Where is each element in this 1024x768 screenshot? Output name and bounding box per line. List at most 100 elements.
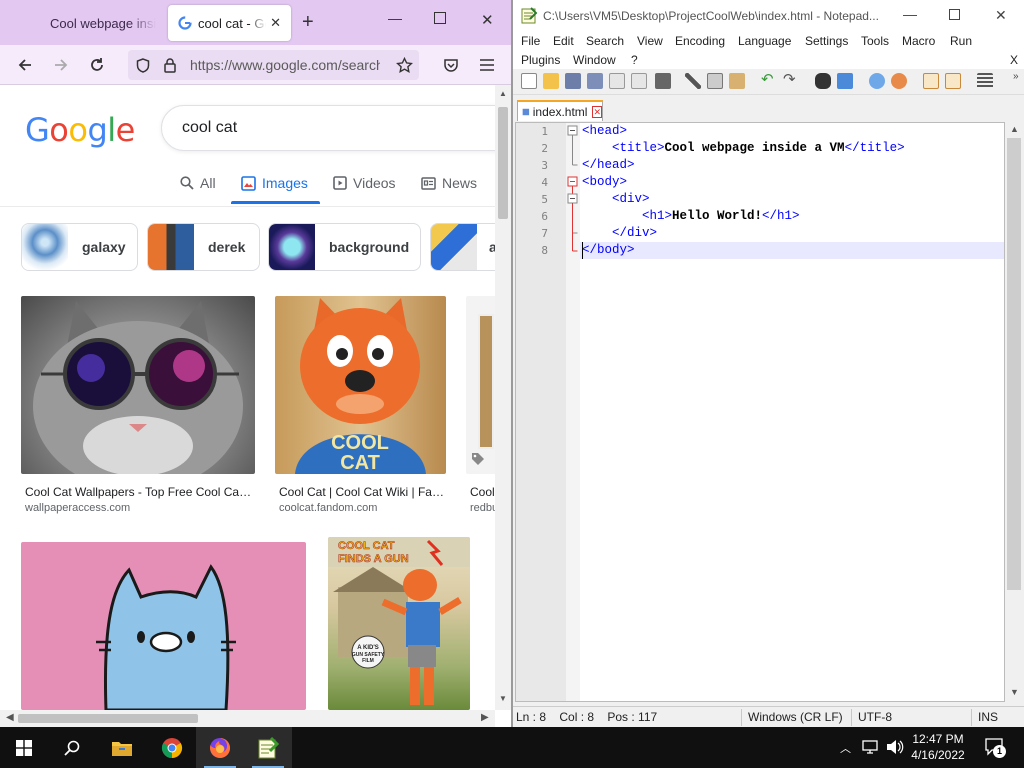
close-tab-icon[interactable]: ✕ [270, 15, 281, 31]
print-icon[interactable] [655, 73, 671, 89]
npp-maximize-button[interactable] [949, 9, 960, 20]
result-image-movie-poster[interactable]: COOL CAT FINDS A GUN A KID'S GUN SAFETY … [328, 537, 470, 710]
chip-more[interactable]: a [430, 223, 495, 271]
code-editor[interactable]: 1 2 3 4 5 6 7 8 <head> <title>Cool webpage insi… [515, 122, 1005, 702]
close-tab-icon[interactable]: ✕ [592, 105, 602, 118]
cut-icon[interactable] [685, 73, 701, 89]
menu-help[interactable]: ? [631, 53, 638, 67]
menu-run[interactable]: Run [950, 34, 972, 48]
google-search-box[interactable]: cool cat [161, 105, 495, 151]
tab-news[interactable]: News [421, 175, 477, 191]
menu-close-document[interactable]: X [1010, 53, 1018, 67]
result-image-cool-cat-mascot[interactable]: COOL CAT [275, 296, 446, 474]
shield-icon[interactable] [136, 58, 150, 73]
taskbar-chrome[interactable] [148, 727, 196, 768]
new-tab-button[interactable]: + [302, 11, 314, 33]
page-horizontal-scrollbar[interactable]: ◀ ▶ [0, 710, 495, 727]
lock-icon[interactable] [164, 58, 176, 73]
sync-vertical-icon[interactable] [923, 73, 939, 89]
menu-search[interactable]: Search [586, 34, 624, 48]
code-line[interactable]: <title>Cool webpage inside a VM</title> [582, 140, 905, 157]
show-hidden-icons-chevron-icon[interactable]: ︿ [840, 740, 851, 756]
tab-images[interactable]: Images [241, 175, 308, 191]
volume-icon[interactable] [886, 739, 904, 755]
chip-derek[interactable]: derek [147, 223, 260, 271]
scrollbar-thumb[interactable] [1007, 138, 1021, 590]
back-button[interactable] [12, 52, 38, 78]
pocket-button[interactable] [438, 52, 464, 78]
browser-tab-google-search[interactable]: cool cat - Google Search ✕ [168, 5, 291, 41]
menu-edit[interactable]: Edit [553, 34, 574, 48]
document-tab-index-html[interactable]: index.html ✕ [517, 100, 603, 121]
paste-icon[interactable] [729, 73, 745, 89]
redo-icon[interactable]: ↷ [783, 72, 799, 89]
code-line[interactable]: <div> [582, 191, 650, 208]
start-button[interactable] [0, 727, 48, 768]
tab-all[interactable]: All [180, 175, 216, 191]
result-caption[interactable]: Cool [470, 485, 495, 499]
url-bar[interactable]: https://www.google.com/search [128, 50, 419, 80]
menu-file[interactable]: File [521, 34, 540, 48]
app-menu-button[interactable] [474, 52, 500, 78]
find-icon[interactable] [815, 73, 831, 89]
browser-tab-cool-webpage[interactable]: Cool webpage inside VM [40, 5, 166, 41]
menu-view[interactable]: View [637, 34, 663, 48]
word-wrap-icon[interactable] [977, 73, 993, 89]
toolbar-overflow-icon[interactable]: » [1013, 71, 1019, 82]
code-line[interactable]: </head> [582, 157, 635, 174]
zoom-out-icon[interactable] [891, 73, 907, 89]
open-file-icon[interactable] [543, 73, 559, 89]
page-vertical-scrollbar[interactable]: ▲ ▼ [495, 85, 511, 710]
copy-icon[interactable] [707, 73, 723, 89]
result-source[interactable]: wallpaperaccess.com [25, 502, 255, 514]
chip-galaxy[interactable]: galaxy [21, 223, 138, 271]
result-image-clipped[interactable] [466, 296, 495, 474]
code-line[interactable]: <body> [582, 174, 627, 191]
close-file-icon[interactable] [609, 73, 625, 89]
code-line[interactable]: <head> [582, 123, 627, 140]
taskbar-file-explorer[interactable] [98, 727, 146, 768]
close-all-icon[interactable] [631, 73, 647, 89]
result-image-blue-cartoon-cat[interactable] [21, 542, 306, 710]
file-encoding[interactable]: UTF-8 [858, 710, 892, 724]
code-line[interactable]: </div> [582, 225, 657, 242]
taskbar-notepad-plus-plus[interactable] [244, 727, 292, 768]
editor-vertical-scrollbar[interactable]: ▲ ▼ [1005, 122, 1023, 702]
chip-background[interactable]: background [268, 223, 421, 271]
menu-encoding[interactable]: Encoding [675, 34, 725, 48]
taskbar-clock[interactable]: 12:47 PM 4/16/2022 [908, 731, 968, 763]
scrollbar-thumb[interactable] [18, 714, 198, 723]
menu-settings[interactable]: Settings [805, 34, 848, 48]
npp-close-button[interactable]: ✕ [995, 7, 1007, 24]
menu-language[interactable]: Language [738, 34, 791, 48]
new-file-icon[interactable] [521, 73, 537, 89]
network-icon[interactable] [862, 740, 880, 755]
taskbar-search-button[interactable] [48, 727, 96, 768]
replace-icon[interactable] [837, 73, 853, 89]
reload-button[interactable] [84, 52, 110, 78]
forward-button[interactable] [48, 52, 74, 78]
notification-center-button[interactable]: 1 [984, 736, 1006, 758]
close-window-button[interactable]: ✕ [481, 11, 494, 29]
insert-mode[interactable]: INS [978, 710, 998, 724]
menu-tools[interactable]: Tools [861, 34, 889, 48]
result-image-cat-sunglasses[interactable] [21, 296, 255, 474]
undo-icon[interactable]: ↶ [761, 72, 777, 89]
eol-format[interactable]: Windows (CR LF) [748, 710, 843, 724]
google-logo[interactable]: Google [25, 111, 135, 149]
result-caption[interactable]: Cool Cat | Cool Cat Wiki | Fa… [279, 485, 449, 499]
menu-plugins[interactable]: Plugins [521, 53, 560, 67]
scrollbar-thumb[interactable] [498, 107, 508, 219]
result-source[interactable]: redbu [470, 502, 495, 514]
tab-videos[interactable]: Videos [333, 175, 396, 191]
taskbar-firefox[interactable] [196, 727, 244, 768]
bookmark-star-button[interactable] [391, 52, 417, 78]
code-line[interactable]: <h1>Hello World!</h1> [582, 208, 800, 225]
menu-window[interactable]: Window [573, 53, 616, 67]
sync-horizontal-icon[interactable] [945, 73, 961, 89]
npp-minimize-button[interactable]: — [903, 6, 917, 22]
maximize-button[interactable] [434, 12, 446, 24]
code-line[interactable]: </body> [582, 242, 635, 259]
result-source[interactable]: coolcat.fandom.com [279, 502, 449, 514]
result-caption[interactable]: Cool Cat Wallpapers - Top Free Cool Ca… [25, 485, 255, 499]
